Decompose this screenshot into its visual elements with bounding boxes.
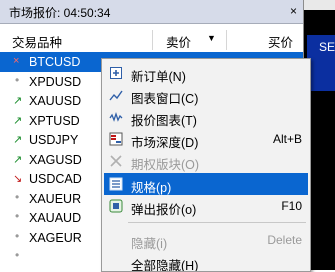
trend-up-icon: ↗: [13, 134, 23, 146]
symbol-name: XAUUSD: [29, 94, 82, 108]
menu-item-label: 隐藏(i): [131, 237, 168, 251]
column-ask[interactable]: 买价: [268, 32, 293, 51]
trend-down-icon: ↘: [13, 173, 23, 185]
tick-chart-icon: [109, 110, 123, 124]
chart-trade-panel[interactable]: SE: [307, 35, 335, 91]
trend-up-icon: ↗: [13, 95, 23, 107]
chart-window-icon: [109, 88, 123, 102]
depth-icon: [109, 132, 123, 146]
spec-icon: [109, 177, 123, 191]
menu-separator: [128, 222, 306, 223]
market-watch-titlebar[interactable]: 市场报价: 04:50:34 ×: [0, 0, 303, 24]
symbol-name: USDJPY: [29, 133, 79, 147]
menu-item-shortcut: Alt+B: [272, 132, 302, 146]
column-bid[interactable]: 卖价: [166, 32, 191, 51]
menu-item-label: 期权版块(O): [131, 158, 200, 172]
sort-descending-icon[interactable]: ▼: [207, 33, 216, 43]
column-header: 交易品种 卖价 ▼ 买价: [0, 28, 303, 53]
symbol-name: XAGEUR: [29, 230, 82, 245]
bullet-icon: •: [15, 228, 20, 243]
market-watch-title: 市场报价: 04:50:34: [9, 6, 111, 20]
symbol-name: XPTUSD: [29, 113, 80, 128]
popup-icon: [109, 199, 123, 213]
plus-icon: [109, 66, 123, 80]
menu-item[interactable]: 全部隐藏(H): [104, 251, 308, 272]
bullet-icon: •: [15, 248, 20, 262]
menu-item-label: 报价图表(T): [131, 114, 197, 128]
menu-item-shortcut: F10: [281, 199, 302, 213]
bullet-icon: •: [15, 72, 20, 87]
trend-up-icon: ↗: [13, 153, 23, 166]
menu-item-label: 规格(p): [131, 181, 172, 195]
column-symbol[interactable]: 交易品种: [12, 32, 62, 51]
close-button[interactable]: ×: [290, 4, 297, 18]
menu-item-label: 弹出报价(o): [131, 203, 197, 217]
column-divider[interactable]: [226, 30, 227, 50]
menu-item[interactable]: 新订单(N): [104, 62, 308, 84]
menu-item[interactable]: 报价图表(T): [104, 106, 308, 128]
chart-tab-strip: [304, 0, 335, 10]
menu-item-label: 市场深度(D): [131, 136, 199, 150]
menu-item-label: 全部隐藏(H): [131, 259, 199, 272]
symbol-name: XAUEUR: [29, 191, 82, 206]
menu-item[interactable]: 市场深度(D) Alt+B: [104, 128, 308, 150]
context-menu: 新订单(N) 图表窗口(C) 报价图表(T) 市场深度(D) Alt+B 期权版块(O) 规…: [101, 58, 311, 272]
menu-item-label: 图表窗口(C): [131, 92, 199, 106]
symbol-name: USDCAD: [29, 172, 82, 186]
menu-item-shortcut: Delete: [267, 233, 302, 247]
menu-item[interactable]: 规格(p): [104, 173, 308, 195]
trend-up-icon: ↗: [13, 114, 23, 127]
symbol-name: XPDUSD: [29, 74, 82, 89]
symbol-name: XAUAUD: [29, 211, 82, 225]
menu-item[interactable]: 图表窗口(C): [104, 84, 308, 106]
bullet-icon: •: [15, 189, 20, 204]
trend-down-icon: ×: [13, 55, 20, 67]
symbol-name: XAGUSD: [29, 152, 82, 167]
options-icon: [109, 154, 123, 168]
menu-item[interactable]: 弹出报价(o) F10: [104, 195, 308, 217]
menu-item-label: 新订单(N): [131, 70, 186, 84]
symbol-name: BTCUSD: [29, 55, 81, 69]
menu-item: 隐藏(i) Delete: [104, 229, 308, 251]
menu-item: 期权版块(O): [104, 150, 308, 172]
sell-label: SE: [319, 40, 335, 54]
bullet-icon: •: [15, 209, 20, 223]
column-divider[interactable]: [152, 30, 153, 50]
